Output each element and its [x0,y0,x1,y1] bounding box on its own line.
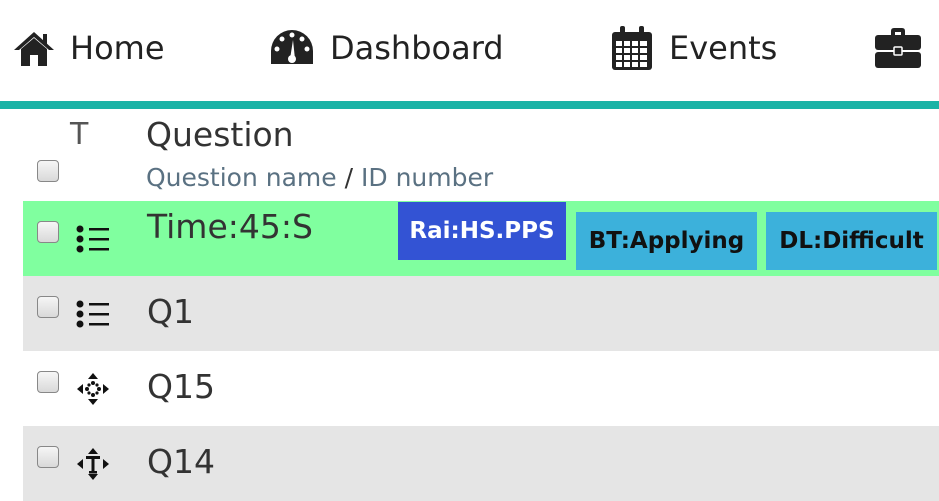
tag-bloom-taxonomy[interactable]: BT:Applying [576,212,757,270]
type-column-header[interactable]: T [70,117,88,152]
row-checkbox[interactable] [37,296,59,318]
briefcase-icon [874,27,922,69]
row-checkbox[interactable] [37,371,59,393]
nav-home-label: Home [70,29,165,67]
question-subheader: Question name / ID number [146,163,493,192]
nav-events[interactable]: Events [609,24,777,72]
question-name[interactable]: Q14 [147,442,215,481]
sort-by-id-number[interactable]: ID number [361,163,493,192]
table-row[interactable]: Q1 [23,276,939,351]
multichoice-icon [75,221,111,257]
nav-briefcase[interactable] [874,24,936,72]
question-name[interactable]: Q15 [147,367,215,406]
question-column-header: Question [146,115,294,154]
table-row[interactable]: Q15 [23,351,939,426]
tag-difficulty-level[interactable]: DL:Difficult [766,212,937,270]
subheader-separator: / [344,163,354,192]
home-icon [12,28,56,68]
row-checkbox[interactable] [37,221,59,243]
nav-home[interactable]: Home [12,24,165,72]
tag-rai[interactable]: Rai:HS.PPS [398,202,566,260]
select-all-checkbox[interactable] [37,160,59,182]
dashboard-icon [268,26,316,70]
question-name[interactable]: Q1 [147,292,194,331]
question-table-header: T Question Question name / ID number [23,109,939,201]
question-name[interactable]: Time:45:S [147,207,313,246]
row-checkbox[interactable] [37,446,59,468]
top-navigation: Home Dashboard Events [0,0,939,101]
drag-drop-text-icon [75,446,111,482]
nav-dashboard[interactable]: Dashboard [268,24,504,72]
calendar-icon [609,24,655,72]
table-row[interactable]: Time:45:S Rai:HS.PPS BT:Applying DL:Diff… [23,201,939,276]
multichoice-icon [75,296,111,332]
nav-accent-bar [0,101,939,109]
sort-by-question-name[interactable]: Question name [146,163,337,192]
drag-drop-marker-icon [75,371,111,407]
nav-dashboard-label: Dashboard [330,29,504,67]
nav-events-label: Events [669,29,778,67]
table-row[interactable]: Q14 [23,426,939,501]
